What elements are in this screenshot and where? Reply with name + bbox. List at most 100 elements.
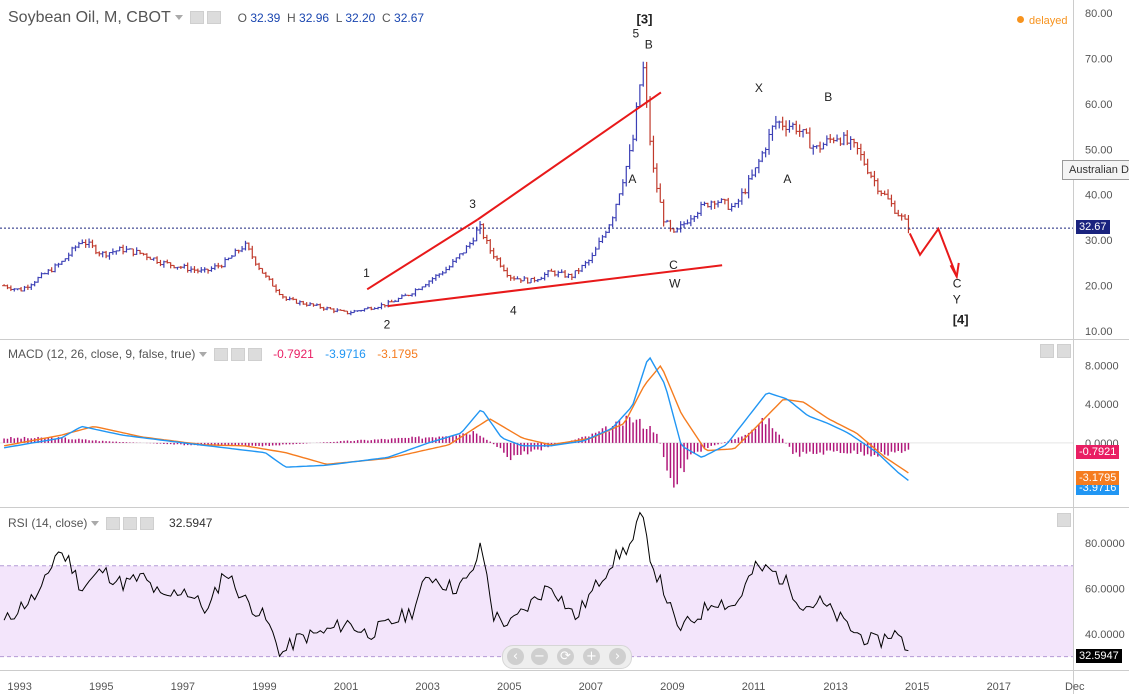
price-bar — [773, 115, 778, 130]
price-bar — [726, 197, 731, 210]
wave-label: 4 — [510, 304, 517, 318]
price-bar — [743, 188, 748, 195]
zoom-back-icon[interactable]: ‹ — [507, 648, 524, 665]
price-bar — [906, 215, 911, 234]
symbol-header: Soybean Oil, M, CBOT O 32.39 H 32.96 L 3… — [8, 9, 424, 27]
price-bar — [729, 203, 734, 212]
macd-title[interactable]: MACD (12, 26, close, 9, false, true) — [8, 347, 195, 361]
price-bar — [144, 253, 149, 261]
price-bar — [641, 61, 646, 87]
ohlc-low-value: 32.20 — [345, 11, 376, 25]
rsi-title[interactable]: RSI (14, close) — [8, 516, 87, 530]
gear-icon[interactable] — [207, 11, 222, 25]
macd-hist-tag: -0.7921 — [1076, 445, 1120, 459]
price-bar — [712, 200, 717, 210]
rsi-tick-label: 60.0000 — [1085, 584, 1125, 596]
price-bar — [593, 246, 598, 257]
price-bar — [304, 302, 309, 307]
price-bar — [903, 214, 908, 220]
price-tick-label: 50.00 — [1085, 144, 1113, 156]
macd-signal-tag: -3.1795 — [1076, 471, 1120, 485]
price-bar — [8, 285, 13, 292]
price-bar — [457, 253, 462, 260]
price-bar — [699, 201, 704, 216]
wave-label: C — [953, 276, 962, 290]
macd-signal-line — [3, 364, 909, 474]
price-bar — [763, 147, 768, 158]
price-bar — [325, 306, 330, 311]
price-bar — [274, 284, 279, 293]
reset-icon[interactable]: ⟳ — [557, 648, 574, 665]
price-bar — [529, 277, 534, 284]
wave-label: B — [645, 38, 653, 52]
price-bar — [872, 170, 877, 187]
wave-label: W — [669, 276, 681, 290]
price-bar — [583, 260, 588, 269]
zoom-in-icon[interactable]: + — [583, 648, 600, 665]
price-bar — [512, 275, 517, 281]
wave-label: A — [628, 172, 636, 186]
chevron-down-icon[interactable] — [174, 15, 183, 21]
rsi-tick-label: 40.0000 — [1085, 629, 1125, 641]
chevron-down-icon[interactable] — [91, 521, 100, 527]
price-bar — [865, 158, 870, 175]
price-tick-label: 40.00 — [1085, 190, 1113, 202]
gear-icon[interactable] — [230, 348, 245, 362]
close-icon[interactable] — [139, 517, 154, 531]
wave-label: 2 — [384, 317, 391, 331]
wave-label: C — [669, 258, 678, 272]
maximize-icon[interactable] — [1057, 513, 1071, 527]
time-tick-label: 2009 — [660, 681, 684, 693]
price-bar — [838, 137, 843, 146]
price-bar — [131, 248, 136, 257]
price-bar — [886, 189, 891, 200]
zoom-out-icon[interactable]: − — [531, 648, 548, 665]
wave-label: Y — [953, 292, 961, 306]
time-tick-label: 2007 — [579, 681, 603, 693]
zoom-forward-icon[interactable]: › — [609, 648, 626, 665]
rsi-header: RSI (14, close) 32.5947 — [8, 516, 212, 531]
price-bar — [471, 237, 476, 246]
maximize-icon[interactable] — [1040, 344, 1054, 358]
price-bar — [5, 284, 10, 290]
price-bar — [790, 122, 795, 130]
eye-icon[interactable] — [213, 348, 228, 362]
price-bar — [821, 142, 826, 150]
price-bar — [260, 267, 265, 274]
price-bar — [858, 143, 863, 161]
time-tick-label: 1995 — [89, 681, 113, 693]
gear-icon[interactable] — [122, 517, 137, 531]
price-bar — [182, 263, 187, 269]
price-bar — [573, 270, 578, 279]
price-bar — [648, 96, 653, 146]
projection-path — [908, 226, 958, 277]
price-bar — [56, 262, 61, 268]
price-bar — [678, 221, 683, 233]
price-bar — [801, 129, 806, 138]
time-tick-label: 1997 — [171, 681, 195, 693]
price-bar — [682, 221, 687, 228]
price-bar — [532, 276, 537, 283]
chevron-down-icon[interactable] — [199, 352, 208, 358]
macd-hist-value: -0.7921 — [273, 347, 314, 361]
price-bar — [121, 244, 126, 255]
wave-label: B — [824, 90, 832, 104]
wave-label: [4] — [953, 312, 969, 327]
price-bar — [107, 252, 112, 260]
price-bar — [66, 252, 71, 262]
status-dot-icon — [1017, 16, 1024, 24]
eye-icon[interactable] — [190, 11, 205, 25]
price-bar — [658, 183, 663, 203]
price-bar — [862, 151, 867, 166]
price-bar — [495, 255, 500, 262]
price-bar — [467, 241, 472, 249]
symbol-title[interactable]: Soybean Oil, M, CBOT — [8, 9, 171, 26]
close-icon[interactable] — [247, 348, 262, 362]
price-bar — [651, 135, 656, 173]
rsi-tag: 32.5947 — [1076, 649, 1122, 663]
wedge-upper-line-ext — [476, 91, 662, 221]
macd-header: MACD (12, 26, close, 9, false, true) -0.… — [8, 347, 418, 362]
symbol-tooltip: Australian D — [1062, 160, 1129, 180]
minimize-icon[interactable] — [1057, 344, 1071, 358]
eye-icon[interactable] — [105, 517, 120, 531]
